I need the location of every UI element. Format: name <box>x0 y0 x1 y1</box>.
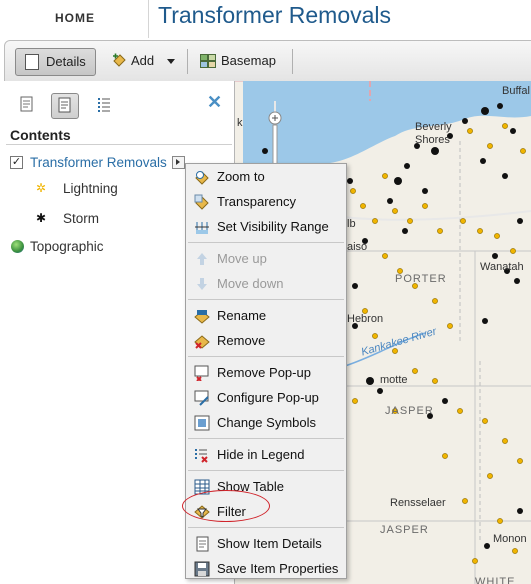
menu-divider <box>188 527 344 528</box>
menu-item-change-symbols[interactable]: Change Symbols <box>186 411 346 435</box>
menu-divider <box>188 299 344 300</box>
menu-item-configure-popup[interactable]: Configure Pop-up <box>186 386 346 410</box>
layer-menu-arrow-icon[interactable] <box>172 156 185 169</box>
toolbar: Details Add Basemap <box>4 40 531 82</box>
menu-item-hide-in-legend[interactable]: Hide in Legend <box>186 443 346 467</box>
menu-item-label: Rename <box>217 308 267 323</box>
map-county-label: JASPER <box>385 405 434 417</box>
remove-popup-icon <box>194 365 209 381</box>
details-button[interactable]: Details <box>15 48 96 76</box>
rename-icon <box>194 310 210 324</box>
menu-item-rename[interactable]: Rename <box>186 304 346 328</box>
menu-divider <box>188 356 344 357</box>
layer-visibility-checkbox[interactable]: ✓ <box>10 156 23 169</box>
menu-item-label: Change Symbols <box>217 415 316 430</box>
zoom-to-icon <box>195 171 209 185</box>
contents-tab-icon[interactable] <box>51 93 79 119</box>
close-icon[interactable]: ✕ <box>207 92 222 113</box>
map-place-label: aiso <box>347 241 368 253</box>
page-title: Transformer Removals <box>158 2 392 28</box>
map-county-label: WHITE <box>475 576 516 584</box>
menu-item-move-down: Move down <box>186 272 346 296</box>
map-place-label: k <box>237 117 243 129</box>
map-county-label: JASPER <box>380 524 429 536</box>
map-county-label: PORTER <box>395 273 447 285</box>
item-details-icon <box>196 536 209 552</box>
details-icon <box>25 54 39 70</box>
legend-icon[interactable] <box>91 93 117 117</box>
details-label: Details <box>46 54 86 69</box>
legend-label-storm: Storm <box>63 211 100 226</box>
menu-item-label: Hide in Legend <box>217 447 305 462</box>
basemap-layer-name[interactable]: Topographic <box>30 239 104 254</box>
app-header: HOME Transformer Removals <box>0 0 531 38</box>
about-icon[interactable] <box>14 93 40 117</box>
menu-item-transparency[interactable]: Transparency <box>186 190 346 214</box>
menu-item-set-visibility-range[interactable]: Set Visibility Range <box>186 215 346 239</box>
menu-item-label: Transparency <box>217 194 296 209</box>
arrow-up-icon <box>197 253 207 265</box>
menu-item-move-up: Move up <box>186 247 346 271</box>
add-label: Add <box>131 53 155 68</box>
map-place-label: Shores <box>415 134 450 146</box>
menu-divider <box>188 242 344 243</box>
visibility-range-icon <box>195 222 209 234</box>
legend-label-lightning: Lightning <box>63 181 118 196</box>
add-button[interactable]: Add <box>109 48 179 74</box>
layer-name[interactable]: Transformer Removals <box>30 155 167 170</box>
map-place-label: Wanatah <box>480 261 524 273</box>
configure-popup-icon <box>194 390 209 406</box>
change-symbols-icon <box>194 415 210 431</box>
arrow-down-icon <box>197 278 207 290</box>
menu-item-label: Move up <box>217 251 267 266</box>
menu-item-remove[interactable]: Remove <box>186 329 346 353</box>
menu-item-remove-popup[interactable]: Remove Pop-up <box>186 361 346 385</box>
menu-item-label: Remove Pop-up <box>217 365 311 380</box>
basemap-icon <box>200 54 216 68</box>
divider <box>6 144 232 145</box>
menu-divider <box>188 438 344 439</box>
map-place-label: Hebron <box>347 313 384 325</box>
menu-item-show-item-details[interactable]: Show Item Details <box>186 532 346 556</box>
header-divider <box>148 0 149 38</box>
map-place-label: Buffal <box>502 85 530 97</box>
toolbar-divider <box>292 49 293 74</box>
menu-item-label: Show Item Details <box>217 536 322 551</box>
map-place-label: Monon <box>493 533 527 545</box>
menu-item-label: Move down <box>217 276 284 291</box>
lightning-symbol-icon: ✲ <box>36 181 47 195</box>
remove-icon <box>194 335 210 349</box>
hide-legend-icon <box>195 449 208 463</box>
toolbar-divider <box>187 49 188 74</box>
menu-item-zoom-to[interactable]: Zoom to <box>186 165 346 189</box>
map-place-label: motte <box>380 374 408 386</box>
menu-item-label: Remove <box>217 333 266 348</box>
menu-item-label: Save Item Properties <box>217 561 339 576</box>
menu-item-save-item-properties[interactable]: Save Item Properties <box>186 557 346 581</box>
map-place-label: Beverly <box>415 121 452 133</box>
menu-item-label: Set Visibility Range <box>217 219 329 234</box>
menu-item-label: Configure Pop-up <box>217 390 319 405</box>
menu-divider <box>188 470 344 471</box>
highlight-oval <box>182 490 270 522</box>
contents-heading: Contents <box>10 127 71 143</box>
save-icon <box>194 561 210 577</box>
map-place-label: lb <box>347 218 356 230</box>
map-place-label: Rensselaer <box>390 497 446 509</box>
add-icon <box>113 53 126 67</box>
globe-icon <box>11 240 24 253</box>
basemap-label: Basemap <box>221 53 276 68</box>
storm-symbol-icon: ✱ <box>36 211 47 225</box>
home-link[interactable]: HOME <box>55 11 95 25</box>
menu-item-label: Zoom to <box>217 169 265 184</box>
chevron-down-icon <box>167 59 175 64</box>
basemap-button[interactable]: Basemap <box>200 48 290 74</box>
transparency-icon <box>194 194 209 210</box>
